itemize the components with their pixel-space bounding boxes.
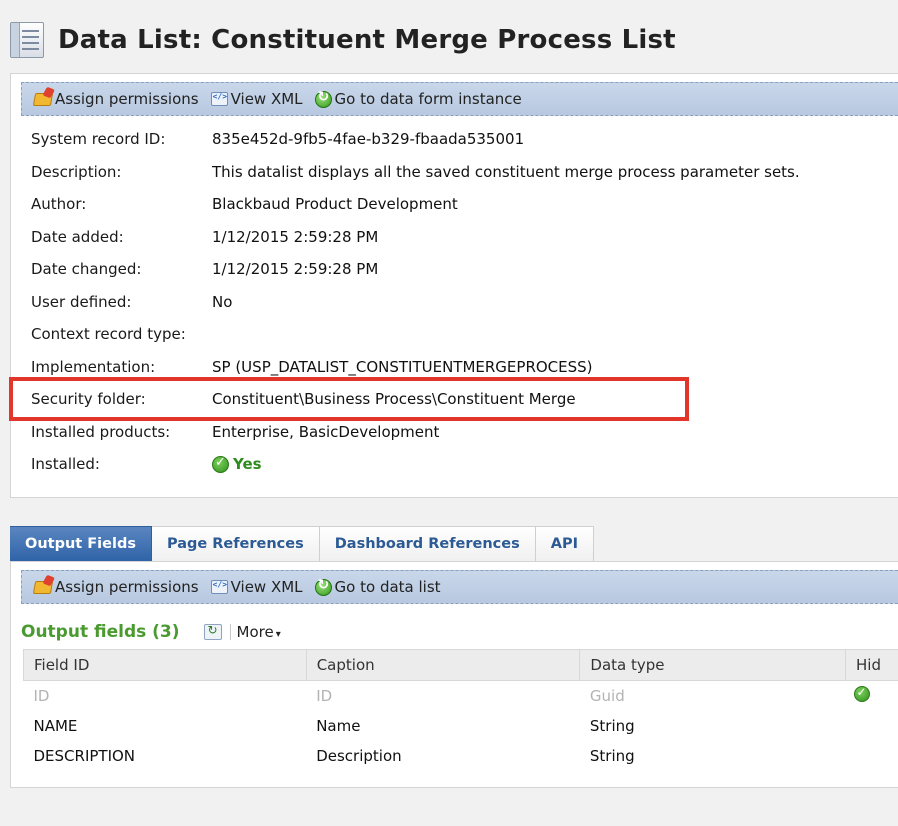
cell-field-id: ID: [33, 686, 50, 705]
cell-field-id: NAME: [33, 716, 78, 735]
cell-data-type: String: [589, 716, 635, 735]
assign-permissions-label: Assign permissions: [55, 90, 199, 108]
page-header: Data List: Constituent Merge Process Lis…: [10, 18, 676, 62]
property-label: User defined:: [31, 292, 132, 311]
property-value: 835e452d-9fb5-4fae-b329-fbaada535001: [212, 130, 525, 148]
go-arrow-icon: [314, 89, 332, 108]
cell-caption: Name: [316, 716, 361, 735]
cell-data-type: String: [589, 746, 635, 765]
property-row-implementation: Implementation: SP (USP_DATALIST_CONSTIT…: [31, 358, 800, 391]
assign-permissions-button[interactable]: Assign permissions: [32, 90, 199, 108]
refresh-icon[interactable]: [203, 623, 222, 640]
checkmark-icon: [212, 455, 229, 473]
column-header-data-type[interactable]: Data type: [579, 649, 847, 681]
table-header-row: Field ID Caption Data type Hid: [23, 649, 898, 681]
property-row-description: Description: This datalist displays all …: [31, 163, 800, 196]
view-xml-label: View XML: [230, 90, 303, 108]
xml-icon: [210, 92, 228, 106]
cell-hidden: [846, 681, 898, 711]
output-fields-table: Field ID Caption Data type Hid ID ID Gui…: [23, 649, 898, 771]
chevron-down-icon: ▾: [275, 629, 281, 640]
table-row[interactable]: ID ID Guid: [24, 681, 898, 711]
property-label: Context record type:: [31, 325, 186, 343]
column-header-hidden[interactable]: Hid: [845, 649, 898, 681]
assign-permissions-label: Assign permissions: [55, 578, 199, 596]
cell-caption: Description: [316, 746, 402, 765]
property-row-date-changed: Date changed: 1/12/2015 2:59:28 PM: [31, 260, 800, 293]
grid-header: Output fields (3) More▾: [21, 622, 281, 642]
page-title: Data List: Constituent Merge Process Lis…: [58, 25, 676, 55]
property-value: SP (USP_DATALIST_CONSTITUENTMERGEPROCESS…: [212, 357, 593, 376]
installed-status: Yes: [212, 455, 262, 473]
xml-icon: [210, 580, 228, 594]
property-label: Date changed:: [31, 260, 142, 278]
details-action-bar: Assign permissions View XML Go to data f…: [21, 82, 898, 116]
output-fields-action-bar: Assign permissions View XML Go to data l…: [21, 570, 898, 604]
property-label: Installed:: [31, 455, 100, 473]
folder-permissions-icon: [32, 580, 54, 594]
property-label: Date added:: [31, 227, 124, 246]
property-row-installed-products: Installed products: Enterprise, BasicDev…: [31, 423, 800, 456]
grid-title: Output fields (3): [21, 622, 180, 642]
installed-value: Yes: [233, 455, 262, 473]
go-to-data-list-button[interactable]: Go to data list: [314, 577, 441, 596]
property-label: Implementation:: [31, 357, 156, 376]
tab-dashboard-references[interactable]: Dashboard References: [319, 526, 536, 562]
grid-toolbar: More▾: [203, 623, 281, 641]
details-panel: Assign permissions View XML Go to data f…: [10, 73, 898, 498]
property-row-user-defined: User defined: No: [31, 293, 800, 326]
cell-field-id: DESCRIPTION: [33, 746, 136, 765]
document-list-icon: [10, 22, 44, 58]
go-to-label: Go to data list: [334, 578, 441, 596]
property-value: This datalist displays all the saved con…: [212, 162, 800, 181]
tab-bar: Output Fields Page References Dashboard …: [10, 526, 594, 562]
property-label: System record ID:: [31, 130, 166, 148]
property-row-system-record-id: System record ID: 835e452d-9fb5-4fae-b32…: [31, 130, 800, 163]
more-label: More: [236, 623, 274, 641]
table-row[interactable]: DESCRIPTION Description String: [24, 741, 898, 771]
property-row-security-folder: Security folder: Constituent\Business Pr…: [31, 390, 800, 423]
toolbar-divider: [229, 624, 231, 640]
property-row-author: Author: Blackbaud Product Development: [31, 195, 800, 228]
properties-list: System record ID: 835e452d-9fb5-4fae-b32…: [31, 130, 800, 488]
property-value: Blackbaud Product Development: [212, 195, 458, 213]
cell-hidden: [846, 711, 898, 741]
property-value: No: [212, 292, 233, 311]
property-row-context-record-type: Context record type:: [31, 325, 800, 358]
cell-hidden: [846, 741, 898, 771]
go-to-label: Go to data form instance: [334, 90, 522, 108]
property-value: Constituent\Business Process\Constituent…: [212, 390, 576, 408]
cell-data-type: Guid: [589, 686, 625, 705]
output-fields-panel: Assign permissions View XML Go to data l…: [10, 561, 898, 788]
tab-output-fields[interactable]: Output Fields: [10, 526, 152, 562]
table-row[interactable]: NAME Name String: [24, 711, 898, 741]
property-label: Author:: [31, 195, 87, 213]
cell-caption: ID: [316, 686, 333, 705]
property-value: 1/12/2015 2:59:28 PM: [212, 227, 379, 246]
property-value: Enterprise, BasicDevelopment: [212, 422, 440, 441]
property-label: Security folder:: [31, 390, 146, 408]
property-label: Description:: [31, 162, 122, 181]
view-xml-button[interactable]: View XML: [210, 90, 303, 108]
assign-permissions-button[interactable]: Assign permissions: [32, 578, 199, 596]
column-header-field-id[interactable]: Field ID: [23, 649, 307, 681]
tab-page-references[interactable]: Page References: [151, 526, 320, 562]
folder-permissions-icon: [32, 92, 54, 106]
more-menu-button[interactable]: More ▾: [237, 623, 281, 641]
page: Data List: Constituent Merge Process Lis…: [0, 0, 898, 826]
go-arrow-icon: [314, 577, 332, 596]
property-row-installed: Installed: Yes: [31, 455, 800, 488]
view-xml-label: View XML: [230, 578, 303, 596]
checkmark-icon: [853, 685, 870, 702]
property-value: 1/12/2015 2:59:28 PM: [212, 260, 379, 278]
view-xml-button[interactable]: View XML: [210, 578, 303, 596]
column-header-caption[interactable]: Caption: [305, 649, 581, 681]
property-label: Installed products:: [31, 422, 171, 441]
property-row-date-added: Date added: 1/12/2015 2:59:28 PM: [31, 228, 800, 261]
go-to-data-form-instance-button[interactable]: Go to data form instance: [314, 89, 522, 108]
tab-api[interactable]: API: [535, 526, 594, 562]
